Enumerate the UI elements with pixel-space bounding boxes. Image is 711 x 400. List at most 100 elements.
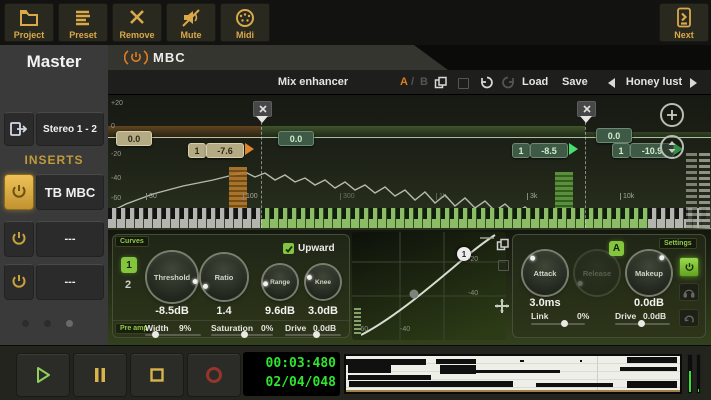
plugin-power-icon[interactable] xyxy=(124,49,148,66)
preset-next-icon[interactable] xyxy=(690,78,697,88)
move-icon[interactable] xyxy=(494,298,510,314)
time-display[interactable]: 00:03:480 02/04/048 xyxy=(243,352,340,396)
slider-thumb[interactable] xyxy=(241,331,248,338)
release-knob[interactable]: Release xyxy=(575,251,619,295)
piano-roll-note xyxy=(620,367,677,371)
piano-roll-note xyxy=(627,381,677,387)
preamp-drive-label: Drive xyxy=(285,323,306,333)
band-updown-button[interactable] xyxy=(660,135,684,159)
piano-roll-note xyxy=(348,375,432,379)
range-value: 9.6dB xyxy=(260,305,300,317)
remove-button[interactable]: Remove xyxy=(112,3,162,42)
drive-label: Drive xyxy=(615,311,636,321)
freq-label: 30 xyxy=(146,193,157,200)
transfer-curve-graph[interactable]: 1 -20 -40 -60 -40 xyxy=(352,232,506,340)
settings-tab[interactable]: Settings xyxy=(659,238,697,249)
band2-gain-value[interactable]: 0.0 xyxy=(278,131,314,146)
ratio-knob[interactable]: Ratio xyxy=(201,254,247,300)
band2-num[interactable]: 1 xyxy=(512,143,530,158)
makeup-knob[interactable]: Makeup xyxy=(627,251,671,295)
undo-icon[interactable] xyxy=(478,75,493,90)
page-indicator[interactable] xyxy=(22,320,86,327)
preset-selector[interactable]: Honey lust xyxy=(622,76,686,88)
copy-icon[interactable] xyxy=(496,238,510,251)
curves-tab[interactable]: Curves xyxy=(115,236,149,247)
band1-gain-value[interactable]: 0.0 xyxy=(116,131,152,146)
attack-knob[interactable]: Attack xyxy=(523,251,567,295)
plugin-enable-button[interactable] xyxy=(679,257,699,277)
knee-knob[interactable]: Knee xyxy=(306,265,340,299)
check-icon xyxy=(285,245,293,253)
midi-button[interactable]: Midi xyxy=(220,3,270,42)
copy-icon[interactable] xyxy=(434,76,448,89)
preamp-drive-slider[interactable] xyxy=(285,334,341,336)
piano-roll-note xyxy=(627,357,677,363)
ab-b-button[interactable]: B xyxy=(420,76,428,88)
insert1-plugin-button[interactable]: TB MBC xyxy=(36,174,104,210)
insert2-plugin-button[interactable]: --- xyxy=(36,221,104,257)
output-bus-button[interactable]: Stereo 1 - 2 xyxy=(36,112,104,146)
add-band-button[interactable] xyxy=(660,103,684,127)
x-icon xyxy=(125,6,149,30)
record-icon xyxy=(203,364,225,386)
page-dot xyxy=(22,320,29,327)
bypass-loop-button[interactable] xyxy=(679,309,699,327)
pause-button[interactable] xyxy=(73,353,127,397)
band1-reduction-value[interactable]: -7.6 xyxy=(206,143,244,158)
link-slider[interactable] xyxy=(531,323,585,325)
piano-roll-note xyxy=(580,360,583,362)
stop-button[interactable] xyxy=(130,353,184,397)
record-button[interactable] xyxy=(187,353,241,397)
piano-roll-note xyxy=(349,381,513,387)
output-routing-button[interactable] xyxy=(4,112,34,146)
crossover1-handle[interactable] xyxy=(256,116,268,123)
band1-num[interactable]: 1 xyxy=(188,143,206,158)
crossover2-remove-button[interactable] xyxy=(577,101,596,117)
redo-icon[interactable] xyxy=(502,75,517,90)
threshold-knob[interactable]: Threshold xyxy=(147,252,197,302)
band3-gain-value[interactable]: 0.0 xyxy=(596,128,632,143)
piano-roll[interactable] xyxy=(344,354,682,394)
preset-button[interactable]: Preset xyxy=(58,3,108,42)
slider-thumb[interactable] xyxy=(152,331,159,338)
crossover2-line[interactable] xyxy=(585,117,586,228)
paste-icon[interactable] xyxy=(458,78,469,89)
load-button[interactable]: Load xyxy=(522,76,548,88)
project-label: Project xyxy=(14,30,45,40)
project-button[interactable]: Project xyxy=(4,3,54,42)
drive-slider[interactable] xyxy=(615,323,670,325)
up-down-icon xyxy=(667,140,677,154)
save-button[interactable]: Save xyxy=(562,76,588,88)
insert3-power-button[interactable] xyxy=(4,264,34,300)
saturation-slider[interactable] xyxy=(211,334,273,336)
insert3-plugin-button[interactable]: --- xyxy=(36,264,104,300)
slider-thumb[interactable] xyxy=(638,320,645,327)
band3-num[interactable]: 1 xyxy=(612,143,630,158)
slider-thumb[interactable] xyxy=(313,331,320,338)
crossover1-remove-button[interactable] xyxy=(253,101,272,117)
graph-y-label: -20 xyxy=(468,256,478,263)
stop-icon xyxy=(146,364,168,386)
crossover1-line[interactable] xyxy=(261,117,262,228)
band2-select-button[interactable]: 2 xyxy=(125,279,131,291)
output-arrow-icon xyxy=(9,120,29,138)
next-button[interactable]: Next xyxy=(659,3,709,42)
width-slider[interactable] xyxy=(145,334,201,336)
output-bus-label: Stereo 1 - 2 xyxy=(43,124,97,135)
band1-select-button[interactable]: 1 xyxy=(121,257,137,273)
ab-a-button[interactable]: A xyxy=(400,76,408,88)
paste-icon[interactable] xyxy=(498,260,509,271)
mute-button[interactable]: Mute xyxy=(166,3,216,42)
play-button[interactable] xyxy=(16,353,70,397)
piano-keys-band2 xyxy=(261,208,648,228)
auto-button[interactable]: A xyxy=(609,241,624,256)
slider-thumb[interactable] xyxy=(561,320,568,327)
insert1-power-button[interactable] xyxy=(4,174,34,210)
upward-checkbox[interactable] xyxy=(283,243,294,254)
range-knob[interactable]: Range xyxy=(263,265,297,299)
insert2-power-button[interactable] xyxy=(4,221,34,257)
crossover2-handle[interactable] xyxy=(580,116,592,123)
band2-reduction-value[interactable]: -8.5 xyxy=(530,143,568,158)
preset-prev-icon[interactable] xyxy=(608,78,615,88)
listen-button[interactable] xyxy=(679,283,699,301)
